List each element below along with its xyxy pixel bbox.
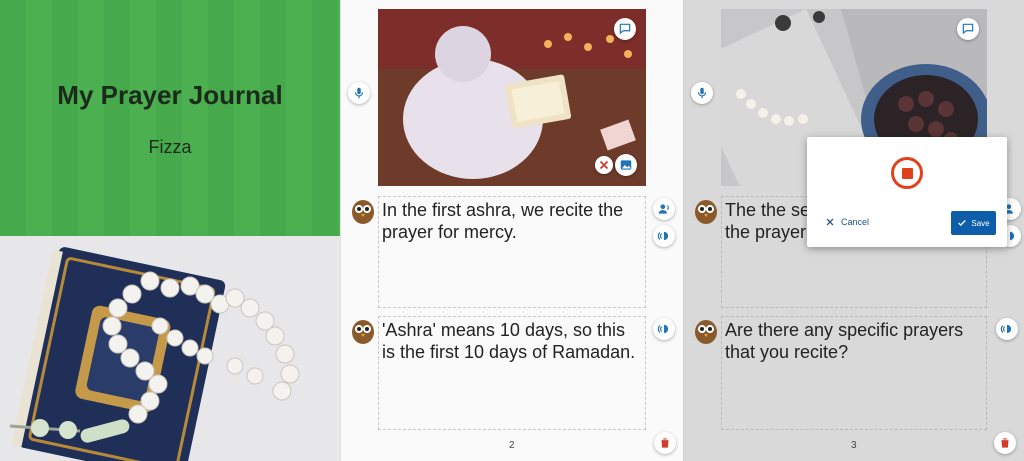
speech-bubble-icon	[619, 23, 631, 35]
record-audio-dialog: Cancel Save	[807, 137, 1007, 247]
record-audio-button[interactable]	[348, 82, 370, 104]
page-2[interactable]: In the first ashra, we recite the prayer…	[340, 0, 683, 461]
stop-recording-button[interactable]	[891, 157, 923, 189]
cover-banner	[0, 0, 340, 236]
text-block[interactable]: In the first ashra, we recite the prayer…	[378, 196, 646, 308]
text-block[interactable]: 'Ashra' means 10 days, so this is the fi…	[378, 316, 646, 430]
owl-icon	[695, 320, 717, 344]
image-icon	[620, 160, 632, 170]
check-icon	[958, 220, 967, 226]
speech-bubble-icon	[962, 23, 974, 35]
delete-page-button[interactable]	[994, 432, 1016, 454]
record-audio-button[interactable]	[691, 82, 713, 104]
page-number: 3	[851, 440, 857, 451]
cover-author[interactable]: Fizza	[0, 137, 340, 158]
text-block[interactable]: Are there any specific prayers that you …	[721, 316, 987, 430]
play-audio-button[interactable]	[996, 318, 1018, 340]
cancel-button[interactable]: Cancel	[825, 217, 869, 227]
microphone-icon	[354, 87, 364, 99]
stop-record-icon	[901, 167, 913, 179]
cover-title[interactable]: My Prayer Journal	[0, 80, 340, 111]
microphone-icon	[697, 87, 707, 99]
change-image-button[interactable]	[615, 154, 637, 176]
delete-page-button[interactable]	[654, 432, 676, 454]
book-editor: My Prayer Journal Fizza In the first ash…	[0, 0, 1024, 461]
owl-icon	[352, 320, 374, 344]
close-icon	[826, 218, 834, 226]
trash-icon	[661, 438, 669, 448]
save-label: Save	[971, 218, 990, 228]
cover-page[interactable]: My Prayer Journal Fizza	[0, 0, 340, 461]
page-number: 2	[509, 440, 515, 451]
speaker-icon	[657, 231, 669, 241]
caption-button[interactable]	[957, 18, 979, 40]
speaker-icon	[1000, 324, 1012, 334]
voice-settings-button[interactable]	[653, 198, 675, 220]
remove-icon	[599, 160, 609, 170]
caption-button[interactable]	[614, 18, 636, 40]
cover-photo-quran-beads[interactable]	[0, 236, 340, 461]
owl-icon	[352, 200, 374, 224]
remove-image-button[interactable]	[595, 156, 613, 174]
owl-icon	[695, 200, 717, 224]
voice-person-icon	[658, 204, 669, 214]
trash-icon	[1001, 438, 1009, 448]
play-audio-button[interactable]	[653, 225, 675, 247]
speaker-icon	[657, 324, 669, 334]
cancel-label: Cancel	[841, 217, 870, 227]
save-button[interactable]: Save	[951, 211, 996, 235]
play-audio-button[interactable]	[653, 318, 675, 340]
